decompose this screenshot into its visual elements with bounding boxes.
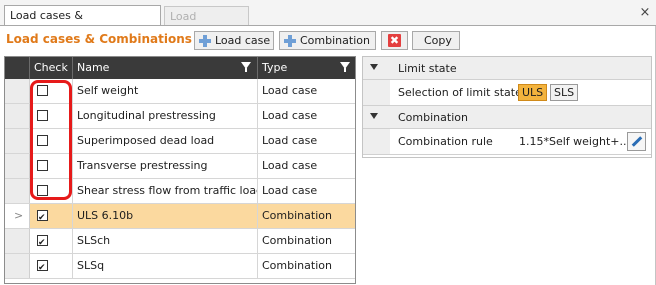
copy-button[interactable]: Copy [412, 31, 460, 50]
toolbar: Load cases & Combinations Load case Comb… [0, 27, 656, 53]
row-checkbox[interactable] [37, 206, 48, 228]
grid-header: Check Name Type [5, 57, 355, 79]
tab-load-impulses[interactable]: Load impulses [164, 6, 249, 42]
properties-panel: Limit state Selection of limit state ULS… [362, 56, 652, 158]
row-header[interactable] [5, 104, 30, 128]
row-checkbox[interactable] [37, 231, 48, 253]
name-cell[interactable]: Self weight [73, 79, 258, 103]
panel-title: Load cases & Combinations [6, 32, 192, 46]
section-combination-title: Combination [398, 111, 468, 124]
add-load-case-label: Load case [215, 34, 271, 47]
name-cell[interactable]: Transverse prestressing [73, 154, 258, 178]
add-combination-label: Combination [300, 34, 370, 47]
plus-icon [199, 35, 211, 47]
row-header[interactable] [5, 229, 30, 253]
column-header-type-label: Type [262, 61, 288, 74]
table-row[interactable]: SLSchCombination [5, 229, 355, 254]
delete-button[interactable]: ✖ [381, 31, 408, 50]
collapse-icon[interactable] [370, 113, 378, 119]
row-header[interactable] [5, 79, 30, 103]
limit-state-label: Selection of limit state [398, 86, 522, 99]
row-header[interactable] [5, 129, 30, 153]
type-cell[interactable]: Load case [258, 154, 355, 178]
collapse-icon[interactable] [370, 64, 378, 70]
limit-state-option-uls[interactable]: ULS [518, 84, 548, 101]
name-cell[interactable]: SLSq [73, 254, 258, 278]
combination-rule-label: Combination rule [398, 135, 493, 148]
plus-icon [284, 35, 296, 47]
check-cell [30, 254, 73, 278]
name-cell[interactable]: Longitudinal prestressing [73, 104, 258, 128]
row-header[interactable] [5, 254, 30, 278]
edit-combination-rule-button[interactable] [627, 132, 646, 151]
table-row[interactable]: SLSqCombination [5, 254, 355, 279]
row-checkbox[interactable] [37, 256, 48, 278]
delete-icon: ✖ [388, 34, 401, 47]
name-cell[interactable]: Shear stress flow from traffic load [73, 179, 258, 203]
close-icon[interactable]: × [638, 6, 652, 20]
type-cell[interactable]: Combination [258, 229, 355, 253]
current-row-indicator: > [14, 209, 24, 222]
property-row-combination-rule: Combination rule 1.15*Self weight+... [363, 129, 651, 155]
tab-load-cases-combinations[interactable]: Load cases & Combinations [4, 5, 161, 41]
type-cell[interactable]: Load case [258, 179, 355, 203]
row-header-corner [5, 57, 30, 79]
tab-divider [0, 25, 656, 26]
tab-bar: Load cases & Combinations Load impulses … [0, 0, 656, 42]
add-combination-button[interactable]: Combination [279, 31, 376, 50]
section-limit-state[interactable]: Limit state [363, 57, 651, 80]
check-cell [30, 204, 73, 228]
property-row-limit-state: Selection of limit state ULS SLS [363, 80, 651, 106]
row-header[interactable] [5, 154, 30, 178]
combination-rule-value: 1.15*Self weight+... [519, 135, 630, 148]
row-header[interactable] [5, 179, 30, 203]
type-cell[interactable]: Combination [258, 204, 355, 228]
section-combination[interactable]: Combination [363, 106, 651, 129]
column-header-name[interactable]: Name [73, 57, 258, 79]
column-header-type[interactable]: Type [258, 57, 355, 79]
add-load-case-button[interactable]: Load case [194, 31, 274, 50]
edit-icon [631, 136, 643, 147]
section-limit-state-title: Limit state [398, 62, 457, 75]
column-header-check[interactable]: Check [30, 57, 73, 79]
table-row[interactable]: > ULS 6.10bCombination [5, 204, 355, 229]
column-header-name-label: Name [77, 61, 110, 74]
red-highlight-annotation [30, 80, 72, 200]
row-header[interactable]: > [5, 204, 30, 228]
name-cell[interactable]: ULS 6.10b [73, 204, 258, 228]
name-cell[interactable]: SLSch [73, 229, 258, 253]
copy-label: Copy [424, 34, 452, 47]
type-cell[interactable]: Load case [258, 79, 355, 103]
limit-state-option-sls[interactable]: SLS [550, 84, 579, 101]
type-cell[interactable]: Load case [258, 129, 355, 153]
name-cell[interactable]: Superimposed dead load [73, 129, 258, 153]
check-cell [30, 229, 73, 253]
type-cell[interactable]: Load case [258, 104, 355, 128]
type-cell[interactable]: Combination [258, 254, 355, 278]
